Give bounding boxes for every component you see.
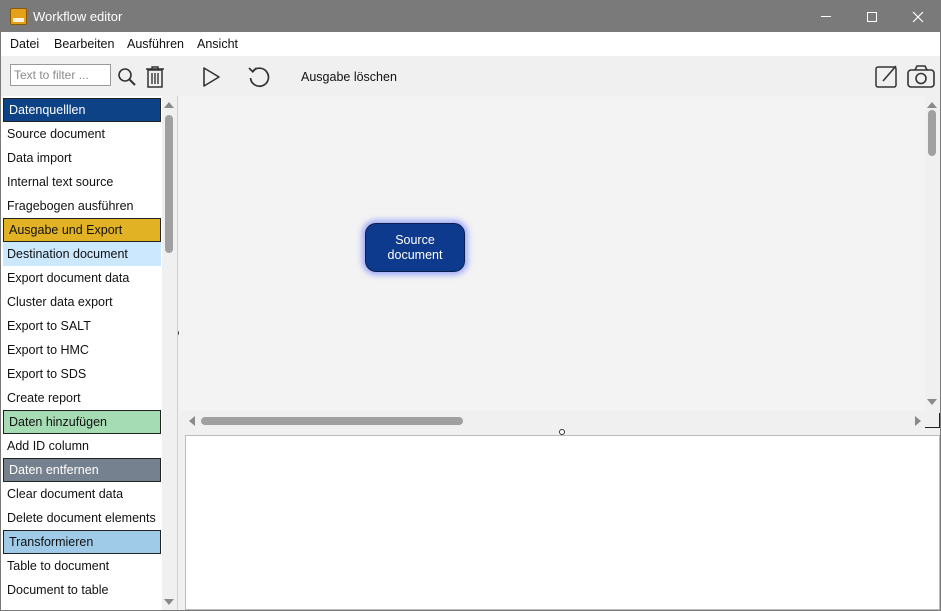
menu-bar: Datei Bearbeiten Ausführen Ansicht (1, 32, 940, 56)
palette-scroll-thumb[interactable] (165, 115, 173, 253)
category-header-transformieren[interactable]: Transformieren (3, 530, 161, 554)
canvas-horizontal-thumb[interactable] (201, 417, 463, 425)
list-item-export-to-salt[interactable]: Export to SALT (3, 314, 161, 338)
maximize-button[interactable] (849, 1, 895, 32)
list-item-data-import[interactable]: Data import (3, 146, 161, 170)
play-icon[interactable] (198, 64, 224, 90)
list-item-delete-document-elements[interactable]: Delete document elements (3, 506, 161, 530)
menu-ausfuehren[interactable]: Ausführen (127, 37, 184, 51)
search-icon[interactable] (117, 67, 137, 87)
list-item-table-to-document[interactable]: Table to document (3, 554, 161, 578)
list-item-export-document-data[interactable]: Export document data (3, 266, 161, 290)
close-button[interactable] (895, 1, 940, 32)
node-palette: Datenquelllen Source document Data import I… (1, 96, 178, 610)
canvas-vertical-scrollbar[interactable] (925, 96, 940, 411)
category-header-daten-hinzuf-gen[interactable]: Daten hinzufügen (3, 410, 161, 434)
list-item-cluster-data-export[interactable]: Cluster data export (3, 290, 161, 314)
category-header-daten-entfernen[interactable]: Daten entfernen (3, 458, 161, 482)
maximize-icon (867, 11, 877, 22)
resize-grip[interactable] (925, 413, 940, 428)
list-item-clear-document-data[interactable]: Clear document data (3, 482, 161, 506)
list-item-create-report[interactable]: Create report (3, 386, 161, 410)
node-list: Datenquelllen Source document Data import I… (1, 96, 162, 610)
list-item-destination-document[interactable]: Destination document (3, 242, 161, 266)
canvas-scroll-up-icon[interactable] (927, 102, 937, 108)
menu-bearbeiten[interactable]: Bearbeiten (54, 37, 114, 51)
menu-ansicht[interactable]: Ansicht (197, 37, 238, 51)
camera-icon[interactable] (906, 64, 936, 90)
scroll-up-icon[interactable] (164, 102, 174, 108)
category-header-ausgabe-und-export[interactable]: Ausgabe und Export (3, 218, 161, 242)
filter-bar (1, 56, 178, 96)
toolbar: Ausgabe löschen (179, 56, 940, 96)
app-icon (10, 8, 27, 25)
category-header-datenquelllen[interactable]: Datenquelllen (3, 98, 161, 122)
list-item-add-id-column[interactable]: Add ID column (3, 434, 161, 458)
workflow-editor-window: Workflow editor Datei Bearbeiten Ausführ… (0, 0, 941, 611)
edit-icon[interactable] (874, 64, 900, 90)
menu-datei[interactable]: Datei (10, 37, 39, 51)
refresh-icon[interactable] (246, 64, 272, 90)
node-label-line2: document (387, 248, 443, 262)
minimize-icon (821, 16, 831, 17)
list-item-export-to-hmc[interactable]: Export to HMC (3, 338, 161, 362)
canvas-vertical-thumb[interactable] (928, 110, 936, 156)
workflow-node-source-document[interactable]: Source document (365, 223, 465, 272)
scroll-right-icon[interactable] (915, 416, 921, 426)
list-item-fragebogen-ausf-hren[interactable]: Fragebogen ausführen (3, 194, 161, 218)
palette-scrollbar[interactable] (162, 96, 177, 610)
list-item-source-document[interactable]: Source document (3, 122, 161, 146)
scroll-left-icon[interactable] (189, 416, 195, 426)
output-panel[interactable] (185, 435, 940, 610)
close-icon (912, 11, 924, 22)
canvas-horizontal-scrollbar[interactable] (185, 411, 925, 431)
filter-input[interactable] (10, 64, 111, 86)
scroll-down-icon[interactable] (164, 599, 174, 605)
title-bar: Workflow editor (1, 1, 940, 32)
canvas-scroll-down-icon[interactable] (927, 399, 937, 405)
minimize-button[interactable] (803, 1, 849, 32)
window-title: Workflow editor (33, 9, 123, 24)
list-item-export-to-sds[interactable]: Export to SDS (3, 362, 161, 386)
workflow-canvas[interactable]: Source document (179, 96, 940, 411)
list-item-document-to-table[interactable]: Document to table (3, 578, 161, 602)
clear-output-button[interactable]: Ausgabe löschen (301, 70, 397, 84)
trash-icon[interactable] (144, 65, 166, 89)
list-item-internal-text-source[interactable]: Internal text source (3, 170, 161, 194)
node-label-line1: Source (395, 233, 435, 247)
